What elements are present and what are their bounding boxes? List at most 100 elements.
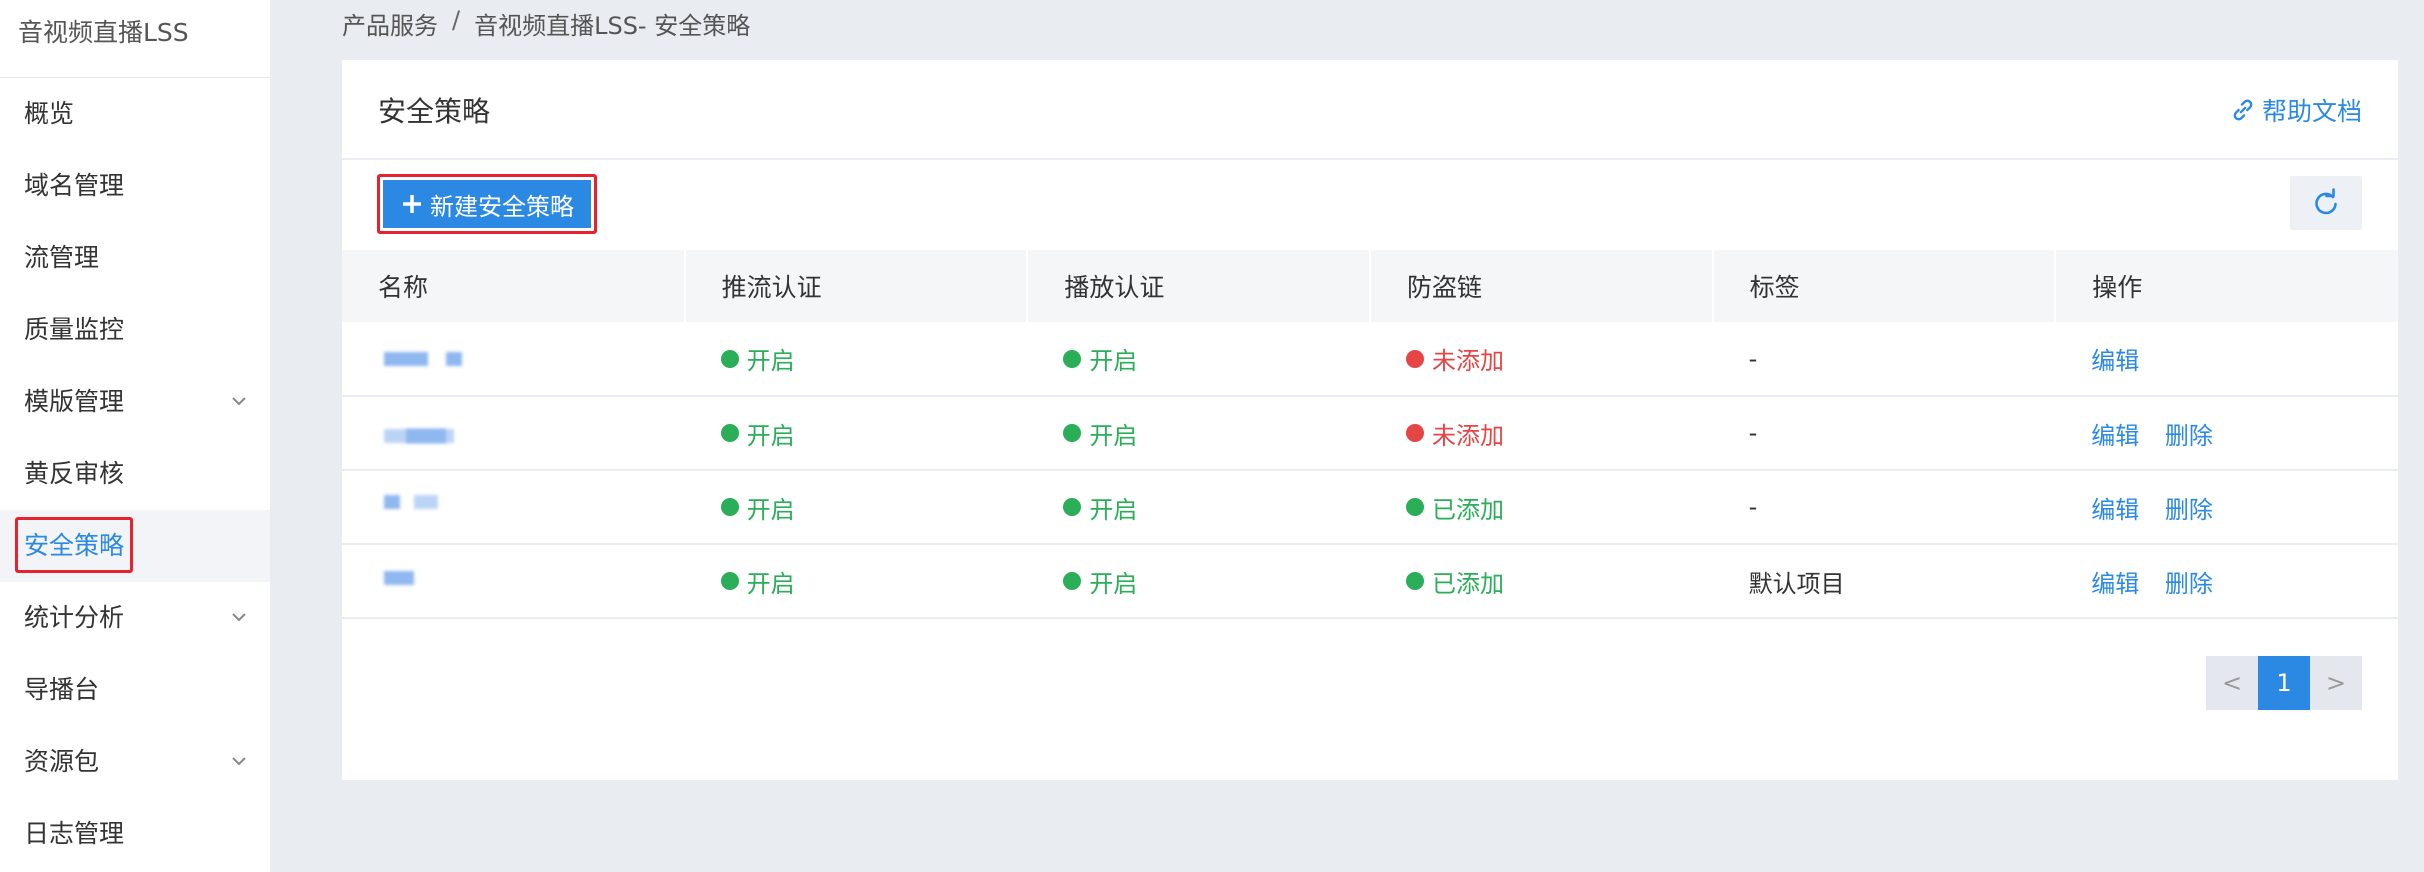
refresh-icon xyxy=(2315,188,2337,215)
column-header: 标签 xyxy=(1712,250,2057,322)
sidebar-item-label: 质量监控 xyxy=(24,315,125,344)
sidebar-item-label: 导播台 xyxy=(24,675,100,704)
breadcrumb-parent[interactable]: 产品服务 xyxy=(342,6,438,41)
sidebar-item-director[interactable]: 导播台 xyxy=(0,654,270,726)
delete-link[interactable]: 删除 xyxy=(2165,422,2213,450)
sidebar-item-quality[interactable]: 质量监控 xyxy=(0,294,270,366)
tag-cell: - xyxy=(1712,322,2056,397)
status-dot xyxy=(720,572,739,590)
page-title: 安全策略 xyxy=(378,95,491,128)
breadcrumb-current: 音视频直播LSS- 安全策略 xyxy=(474,12,751,40)
sidebar-item-domain[interactable]: 域名管理 xyxy=(0,150,270,222)
sidebar-item-label: 模版管理 xyxy=(24,387,125,416)
tag-cell: - xyxy=(1712,396,2056,471)
table-row: 开启 开启 未添加 - 编辑 xyxy=(342,322,2398,397)
sidebar-item-label: 资源包 xyxy=(24,747,100,776)
status-dot xyxy=(1405,572,1424,590)
column-header: 播放认证 xyxy=(1027,250,1371,322)
sidebar-item-security[interactable]: 安全策略 xyxy=(0,510,270,582)
policy-table: 名称 推流认证 播放认证 防盗链 标签 操作 开启 开启 未添加 - 编辑 开启… xyxy=(342,250,2398,619)
plus-icon xyxy=(403,195,421,213)
push-auth-cell: 开启 xyxy=(684,470,1028,545)
new-policy-label: 新建安全策略 xyxy=(430,192,574,221)
status-text: 开启 xyxy=(746,495,795,524)
status-text: 开启 xyxy=(1089,569,1138,598)
hotlink-cell: 未添加 xyxy=(1369,396,1713,471)
next-page-button[interactable]: > xyxy=(2310,656,2362,710)
new-policy-button[interactable]: 新建安全策略 xyxy=(377,174,597,234)
toolbar: 新建安全策略 xyxy=(342,160,2398,250)
page-number-button[interactable]: 1 xyxy=(2258,656,2310,710)
edit-link[interactable]: 编辑 xyxy=(2091,422,2139,450)
status-text: 已添加 xyxy=(1431,569,1504,598)
sidebar: 音视频直播LSS 概览 域名管理 流管理 质量监控 模版管理 黄反审核 安全策略… xyxy=(0,0,270,872)
pagination: < 1 > xyxy=(2206,656,2362,710)
push-auth-cell: 开启 xyxy=(684,322,1028,397)
actions-cell: 编辑 删除 xyxy=(2055,396,2398,471)
play-auth-cell: 开启 xyxy=(1027,544,1370,619)
sidebar-item-logs[interactable]: 日志管理 xyxy=(0,798,270,870)
status-dot xyxy=(720,349,739,368)
sidebar-item-label: 流管理 xyxy=(24,243,100,272)
sidebar-title: 音视频直播LSS xyxy=(0,0,270,78)
column-header: 名称 xyxy=(342,250,686,322)
link-icon xyxy=(2233,99,2253,121)
play-auth-cell: 开启 xyxy=(1027,322,1370,397)
sidebar-item-label: 概览 xyxy=(24,99,75,128)
table-row: 开启 开启 未添加 - 编辑 删除 xyxy=(342,396,2398,471)
column-header: 防盗链 xyxy=(1369,250,1714,322)
status-dot xyxy=(1405,498,1424,516)
sidebar-item-stream[interactable]: 流管理 xyxy=(0,222,270,294)
status-dot xyxy=(1063,572,1082,590)
chevron-down-icon xyxy=(232,757,246,766)
status-dot xyxy=(1405,349,1424,368)
tag-cell: - xyxy=(1712,470,2056,545)
delete-link[interactable]: 删除 xyxy=(2165,570,2213,598)
name-cell xyxy=(342,544,685,619)
delete-link[interactable]: 删除 xyxy=(2165,496,2213,524)
refresh-button[interactable] xyxy=(2290,176,2362,230)
status-text: 开启 xyxy=(746,347,795,375)
sidebar-item-label: 黄反审核 xyxy=(24,459,125,488)
actions-cell: 编辑 xyxy=(2055,322,2398,397)
edit-link[interactable]: 编辑 xyxy=(2091,496,2139,524)
status-text: 开启 xyxy=(1089,495,1138,524)
status-text: 开启 xyxy=(1089,421,1138,450)
column-header: 操作 xyxy=(2092,273,2143,302)
sidebar-item-label: 日志管理 xyxy=(24,819,125,848)
status-dot xyxy=(1063,424,1082,442)
main-card: 安全策略 帮助文档 新建安全策略 名称 推流认证 播放认证 防盗链 标签 操作 … xyxy=(342,60,2398,780)
edit-link[interactable]: 编辑 xyxy=(2091,347,2139,375)
new-policy-button-body[interactable]: 新建安全策略 xyxy=(383,180,591,228)
sidebar-item-review[interactable]: 黄反审核 xyxy=(0,438,270,510)
name-cell xyxy=(342,322,685,397)
tag-cell: 默认项目 xyxy=(1712,544,2056,619)
table-row: 开启 开启 已添加 - 编辑 删除 xyxy=(342,470,2398,545)
hotlink-cell: 已添加 xyxy=(1369,470,1713,545)
status-dot xyxy=(1063,498,1082,516)
status-text: 开启 xyxy=(1089,347,1138,375)
edit-link[interactable]: 编辑 xyxy=(2091,570,2139,598)
breadcrumb: 产品服务 / 音视频直播LSS- 安全策略 xyxy=(342,6,750,41)
status-text: 未添加 xyxy=(1431,347,1504,375)
redacted-name xyxy=(378,347,478,371)
status-text: 未添加 xyxy=(1431,421,1504,450)
sidebar-item-label: 统计分析 xyxy=(24,603,125,632)
help-docs-link[interactable]: 帮助文档 xyxy=(2230,92,2362,128)
sidebar-item-stats[interactable]: 统计分析 xyxy=(0,582,270,654)
status-dot xyxy=(720,498,739,516)
prev-page-button[interactable]: < xyxy=(2206,656,2258,710)
redacted-name xyxy=(378,569,478,593)
sidebar-item-label: 域名管理 xyxy=(24,171,125,200)
redacted-name xyxy=(378,495,478,519)
status-text: 开启 xyxy=(746,569,795,598)
breadcrumb-separator: / xyxy=(452,6,461,34)
table-header-row: 名称 推流认证 播放认证 防盗链 标签 操作 xyxy=(342,250,2398,322)
status-text: 开启 xyxy=(746,421,795,450)
chevron-down-icon xyxy=(232,397,246,406)
sidebar-item-template[interactable]: 模版管理 xyxy=(0,366,270,438)
sidebar-item-overview[interactable]: 概览 xyxy=(0,78,270,150)
actions-cell: 编辑 删除 xyxy=(2055,470,2398,545)
redacted-name xyxy=(378,421,478,445)
sidebar-item-resource[interactable]: 资源包 xyxy=(0,726,270,798)
